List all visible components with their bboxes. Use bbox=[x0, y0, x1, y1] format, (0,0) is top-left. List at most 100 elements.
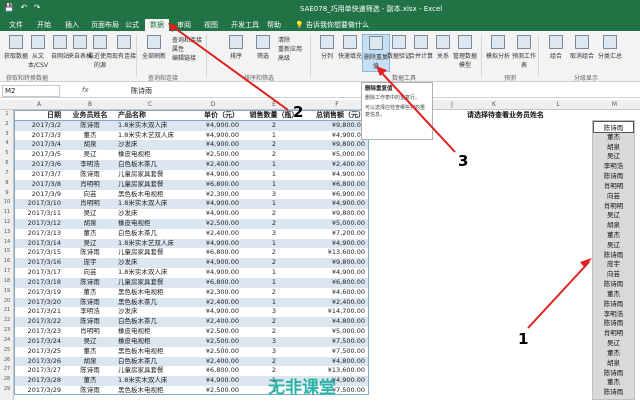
list-item[interactable]: 陈诗雨 bbox=[593, 298, 634, 308]
cell-total[interactable]: ¥4,900.00 bbox=[307, 239, 367, 249]
cell-quantity[interactable]: 3 bbox=[243, 229, 305, 239]
column-header-l[interactable]: L bbox=[524, 101, 592, 108]
cell-quantity[interactable]: 2 bbox=[243, 317, 305, 327]
cell-salesperson[interactable]: 庞宇 bbox=[65, 258, 115, 268]
row-header[interactable]: 18 bbox=[0, 278, 14, 284]
cell-unit-price[interactable]: ¥2,400.00 bbox=[185, 317, 241, 327]
cell-quantity[interactable]: 2 bbox=[243, 140, 305, 150]
ungroup-button[interactable]: 取消组合 bbox=[568, 34, 596, 72]
cell-date[interactable]: 2017/3/6 bbox=[15, 160, 63, 170]
cell-quantity[interactable]: 1 bbox=[243, 180, 305, 190]
cell-quantity[interactable]: 2 bbox=[243, 288, 305, 298]
cell-quantity[interactable]: 3 bbox=[243, 190, 305, 200]
cell-date[interactable]: 2017/3/26 bbox=[15, 357, 63, 367]
cell-date[interactable]: 2017/3/17 bbox=[15, 268, 63, 278]
quick-access-toolbar[interactable]: 💾 ↶ ↷ bbox=[4, 3, 42, 12]
cell-unit-price[interactable]: ¥6,800.00 bbox=[185, 248, 241, 258]
cell-product[interactable]: 1.8米实木艺双人床 bbox=[117, 131, 183, 141]
row-header[interactable]: 21 bbox=[0, 307, 14, 313]
cell-quantity[interactable]: 1 bbox=[243, 278, 305, 288]
cell-total[interactable]: ¥7,500.00 bbox=[307, 337, 367, 347]
cell-product[interactable]: 橡皮电视柜 bbox=[117, 219, 183, 229]
properties-button[interactable]: 属性 bbox=[172, 45, 202, 54]
row-header[interactable]: 22 bbox=[0, 317, 14, 323]
cell-date[interactable]: 2017/3/11 bbox=[15, 209, 63, 219]
cell-salesperson[interactable]: 肖明明 bbox=[65, 180, 115, 190]
cell-salesperson[interactable]: 董杰 bbox=[65, 229, 115, 239]
cell-product[interactable]: 沙发床 bbox=[117, 209, 183, 219]
row-header[interactable]: 1 bbox=[0, 111, 14, 117]
cell-quantity[interactable]: 3 bbox=[243, 307, 305, 317]
name-box[interactable]: M2 bbox=[2, 85, 60, 97]
cell-unit-price[interactable]: ¥2,500.00 bbox=[185, 219, 241, 229]
list-item[interactable]: 陈诗雨 bbox=[593, 367, 634, 377]
column-header-f[interactable]: F bbox=[306, 101, 368, 108]
cell-date[interactable]: 2017/3/24 bbox=[15, 337, 63, 347]
cell-salesperson[interactable]: 向芸 bbox=[65, 190, 115, 200]
cell-quantity[interactable]: 1 bbox=[243, 268, 305, 278]
row-header[interactable]: 28 bbox=[0, 376, 14, 382]
cell-total[interactable]: ¥9,800.00 bbox=[307, 209, 367, 219]
filter-button[interactable]: 筛选 bbox=[249, 34, 277, 72]
column-header-c[interactable]: C bbox=[116, 101, 184, 108]
row-header[interactable]: 26 bbox=[0, 357, 14, 363]
cell-salesperson[interactable]: 肖明明 bbox=[65, 199, 115, 209]
advanced-button[interactable]: 高级 bbox=[278, 54, 302, 63]
cell-product[interactable]: 白色板木茶几 bbox=[117, 317, 183, 327]
list-item[interactable]: 肖明明 bbox=[593, 200, 634, 210]
cell-date[interactable]: 2017/3/13 bbox=[15, 229, 63, 239]
list-item[interactable]: 董杰 bbox=[593, 229, 634, 239]
tab-formulas[interactable]: 公式 bbox=[120, 19, 144, 31]
existing-connections-button[interactable]: 现有连接 bbox=[110, 34, 138, 72]
queries-connections-button[interactable]: 查询和连接 bbox=[172, 36, 202, 45]
cell-date[interactable]: 2017/3/14 bbox=[15, 239, 63, 249]
cell-product[interactable]: 白色板木茶几 bbox=[117, 160, 183, 170]
cell-product[interactable]: 黑色板木电视柜 bbox=[117, 386, 183, 394]
cell-total[interactable]: ¥14,700.00 bbox=[307, 307, 367, 317]
list-item[interactable]: 吴辽 bbox=[593, 209, 634, 219]
cell-unit-price[interactable]: ¥4,900.00 bbox=[185, 258, 241, 268]
row-header[interactable]: 7 bbox=[0, 170, 14, 176]
manage-data-model-button[interactable]: 管理数据模型 bbox=[451, 34, 479, 72]
tab-home[interactable]: 开始 bbox=[32, 19, 56, 31]
group-button[interactable]: 组合 bbox=[542, 34, 570, 72]
list-item[interactable]: 董杰 bbox=[593, 376, 634, 386]
row-header[interactable]: 2 bbox=[0, 121, 14, 127]
row-header[interactable]: 5 bbox=[0, 150, 14, 156]
cell-date[interactable]: 2017/3/8 bbox=[15, 180, 63, 190]
cell-total[interactable]: ¥5,000.00 bbox=[307, 327, 367, 337]
list-item[interactable]: 董杰 bbox=[593, 288, 634, 298]
list-item[interactable]: 李明浩 bbox=[593, 160, 634, 170]
cell-salesperson[interactable]: 胡泉 bbox=[65, 219, 115, 229]
cell-quantity[interactable]: 1 bbox=[243, 199, 305, 209]
forecast-sheet-button[interactable]: 预测工作表 bbox=[510, 34, 538, 72]
row-header[interactable]: 10 bbox=[0, 199, 14, 205]
cell-product[interactable]: 1.8米实木艺双人床 bbox=[117, 239, 183, 249]
list-item[interactable]: 董杰 bbox=[593, 131, 634, 141]
cell-date[interactable]: 2017/3/25 bbox=[15, 347, 63, 357]
row-header[interactable]: 13 bbox=[0, 229, 14, 235]
cell-date[interactable]: 2017/3/15 bbox=[15, 248, 63, 258]
list-item[interactable]: 陈诗雨 bbox=[593, 278, 634, 288]
tell-me-search[interactable]: 💡 告诉我你想要做什么 bbox=[290, 19, 374, 31]
cell-salesperson[interactable]: 董杰 bbox=[65, 131, 115, 141]
header-product[interactable]: 产品名称 bbox=[117, 111, 183, 121]
row-header[interactable]: 27 bbox=[0, 366, 14, 372]
cell-total[interactable]: ¥4,600.00 bbox=[307, 288, 367, 298]
cell-product[interactable]: 1.8米实木双人床 bbox=[117, 376, 183, 386]
row-header[interactable]: 17 bbox=[0, 268, 14, 274]
cell-unit-price[interactable]: ¥4,900.00 bbox=[185, 131, 241, 141]
cell-salesperson[interactable]: 胡泉 bbox=[65, 140, 115, 150]
cell-date[interactable]: 2017/3/16 bbox=[15, 258, 63, 268]
cell-unit-price[interactable]: ¥4,900.00 bbox=[185, 170, 241, 180]
cell-total[interactable]: ¥4,900.00 bbox=[307, 170, 367, 180]
subtotal-button[interactable]: 分类汇总 bbox=[596, 34, 624, 72]
cell-unit-price[interactable]: ¥2,500.00 bbox=[185, 337, 241, 347]
row-header[interactable]: 24 bbox=[0, 337, 14, 343]
flash-fill-button[interactable]: 快速填充 bbox=[336, 34, 364, 72]
cell-total[interactable]: ¥7,200.00 bbox=[307, 229, 367, 239]
cell-product[interactable]: 黑色板木茶几 bbox=[117, 298, 183, 308]
cell-product[interactable]: 橡皮电视柜 bbox=[117, 150, 183, 160]
cell-product[interactable]: 儿童房家具套餐 bbox=[117, 170, 183, 180]
row-header[interactable]: 3 bbox=[0, 131, 14, 137]
